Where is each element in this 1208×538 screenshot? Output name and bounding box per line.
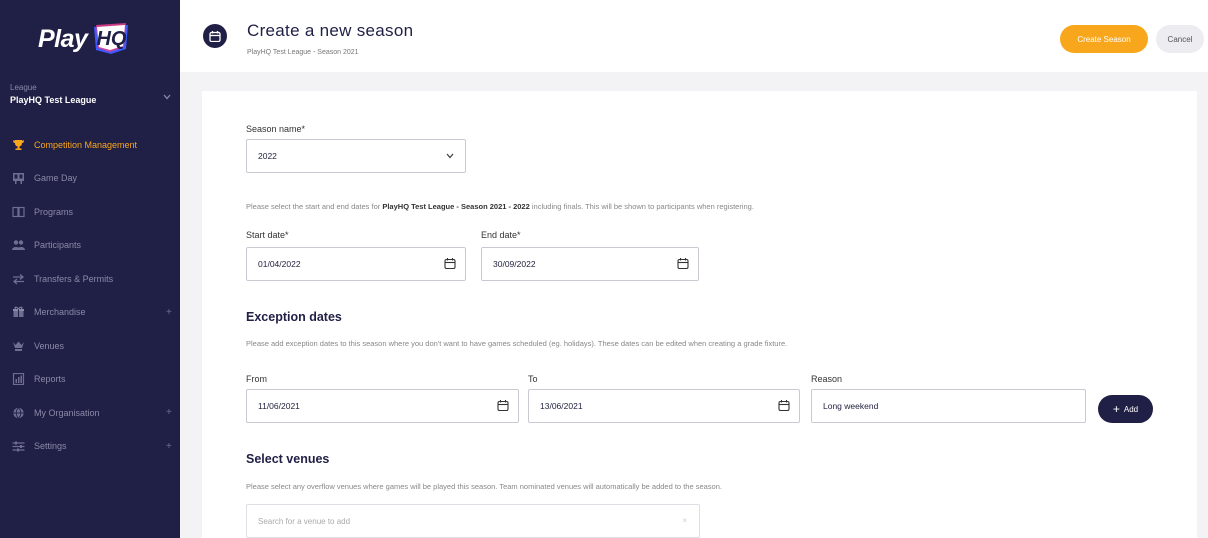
calendar-icon[interactable] [497,400,509,413]
calendar-icon[interactable] [778,400,790,413]
sidebar-item-programs[interactable]: Programs [0,195,180,229]
chevron-down-icon [446,152,454,161]
select-venues-title: Select venues [246,452,330,466]
cancel-button[interactable]: Cancel [1156,25,1204,53]
sidebar-item-competition-management[interactable]: Competition Management [0,128,180,162]
venue-search-placeholder: Search for a venue to add [258,516,351,526]
plus-icon: + [1112,402,1120,416]
sidebar-item-label: Programs [34,206,74,217]
add-exception-button[interactable]: + Add [1098,395,1153,423]
trophy-icon [11,139,25,151]
dates-help-text: Please select the start and end dates fo… [246,202,754,211]
from-label: From [246,374,267,384]
venue-search-input[interactable]: Search for a venue to add × [246,504,700,538]
reason-label: Reason [811,374,843,384]
exception-dates-title: Exception dates [246,310,342,324]
expand-icon[interactable]: + [166,307,172,318]
sidebar-item-label: Merchandise [34,307,86,318]
logo-badge: HQ [91,23,131,55]
create-season-button[interactable]: Create Season [1060,25,1148,53]
sidebar-item-label: Reports [34,374,66,385]
page-header: Create a new season PlayHQ Test League -… [180,0,1208,72]
venues-help-text: Please select any overflow venues where … [246,482,722,491]
start-date-value: 01/04/2022 [258,259,301,269]
sidebar-nav: Competition Management Game Day Programs… [0,128,180,463]
dates-help-prefix: Please select the start and end dates fo… [246,202,381,211]
gift-icon [11,306,25,318]
sidebar-item-label: Transfers & Permits [34,273,114,284]
sidebar-item-settings[interactable]: Settings + [0,430,180,464]
season-name-label: Season name* [246,124,306,134]
sidebar-item-venues[interactable]: Venues [0,329,180,363]
scoreboard-icon [11,172,25,185]
to-label: To [528,374,538,384]
calendar-icon[interactable] [444,258,456,271]
sidebar-item-transfers-permits[interactable]: Transfers & Permits [0,262,180,296]
calendar-icon[interactable] [677,258,689,271]
venue-icon [11,340,25,352]
season-name-value: 2022 [258,151,277,161]
sidebar-item-game-day[interactable]: Game Day [0,162,180,196]
sliders-icon [11,440,25,452]
start-date-field[interactable]: 01/04/2022 [246,247,466,281]
dates-help-season: PlayHQ Test League - Season 2021 - 2022 [382,202,530,211]
sidebar-item-label: My Organisation [34,407,100,418]
sidebar: Play HQ League PlayHQ Test League Compet… [0,0,180,538]
to-date-field[interactable]: 13/06/2021 [528,389,800,423]
dates-help-suffix: including finals. This will be shown to … [531,202,754,211]
start-date-label: Start date* [246,230,289,240]
sidebar-item-my-organisation[interactable]: My Organisation + [0,396,180,430]
season-name-select[interactable]: 2022 [246,139,466,173]
sidebar-item-participants[interactable]: Participants [0,229,180,263]
sidebar-item-label: Participants [34,240,82,251]
sidebar-item-reports[interactable]: Reports [0,363,180,397]
breadcrumb: PlayHQ Test League - Season 2021 [247,49,359,56]
sidebar-item-label: Venues [34,340,65,351]
league-label: League [10,83,37,92]
sidebar-item-label: Settings [34,441,67,452]
chevron-down-icon[interactable] [163,92,171,102]
report-icon [11,373,25,386]
from-date-field[interactable]: 11/06/2021 [246,389,519,423]
add-button-label: Add [1123,404,1139,414]
sidebar-item-merchandise[interactable]: Merchandise + [0,296,180,330]
page-title: Create a new season [247,21,414,40]
playhq-logo[interactable]: Play HQ [38,22,131,56]
reason-input[interactable]: Long weekend [811,389,1086,423]
reason-value: Long weekend [823,401,879,411]
expand-icon[interactable]: + [166,407,172,418]
end-date-value: 30/09/2022 [493,259,536,269]
logo-badge-text: HQ [96,28,127,50]
sidebar-item-label: Competition Management [34,139,138,150]
end-date-field[interactable]: 30/09/2022 [481,247,699,281]
sidebar-item-label: Game Day [34,173,78,184]
people-icon [11,239,25,251]
expand-icon[interactable]: + [166,441,172,452]
book-icon [11,206,25,218]
transfer-icon [11,273,25,285]
logo-text: Play [38,24,88,53]
globe-icon [11,407,25,419]
league-selector[interactable]: PlayHQ Test League [10,95,96,105]
from-date-value: 11/06/2021 [258,401,300,411]
clear-icon[interactable]: × [682,516,687,525]
calendar-icon [203,24,227,48]
to-date-value: 13/06/2021 [540,401,583,411]
exception-help-text: Please add exception dates to this seaso… [246,339,788,348]
end-date-label: End date* [481,230,521,240]
